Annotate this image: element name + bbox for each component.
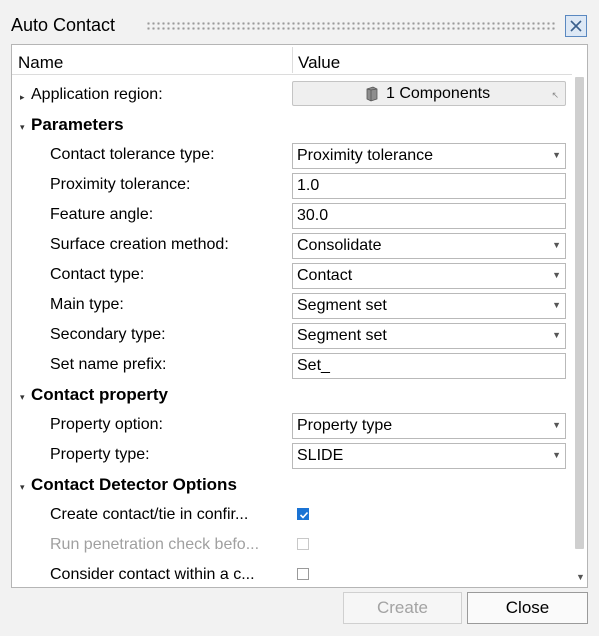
feature-angle-value: 30.0 <box>297 207 329 224</box>
row-secondary-type: Secondary type: Segment set ▼ <box>12 319 572 349</box>
row-consider-contact: Consider contact within a c... <box>12 559 572 587</box>
group-parameters[interactable]: ▾ Parameters <box>12 109 572 139</box>
row-surface-creation-method: Surface creation method: Consolidate ▼ <box>12 229 572 259</box>
window-title: Auto Contact <box>11 15 116 35</box>
set-name-prefix-value: Set_ <box>297 357 330 374</box>
contact-tolerance-type-value: Proximity tolerance <box>297 147 434 164</box>
column-divider[interactable] <box>292 47 293 73</box>
create-button[interactable]: Create <box>343 592 462 624</box>
pointer-cursor-icon: ↖ <box>551 90 559 100</box>
contact-tolerance-type-label: Contact tolerance type: <box>50 146 215 163</box>
row-property-option: Property option: Property type ▼ <box>12 409 572 439</box>
contact-tolerance-type-select[interactable]: Proximity tolerance ▼ <box>292 143 566 169</box>
surface-creation-method-label: Surface creation method: <box>50 236 229 253</box>
contact-property-group-label: Contact property <box>31 385 168 404</box>
contact-type-select[interactable]: Contact ▼ <box>292 263 566 289</box>
close-icon[interactable] <box>565 15 587 37</box>
close-button[interactable]: Close <box>467 592 588 624</box>
row-run-penetration: Run penetration check befo... <box>12 529 572 559</box>
component-cube-icon <box>366 86 378 102</box>
components-selector-button[interactable]: 1 Components ↖ <box>292 81 566 106</box>
row-feature-angle: Feature angle: 30.0 <box>12 199 572 229</box>
row-proximity-tolerance: Proximity tolerance: 1.0 <box>12 169 572 199</box>
column-name-header: Name <box>18 53 64 72</box>
group-contact-property[interactable]: ▾ Contact property <box>12 379 572 409</box>
property-panel: Name Value ▸ Application region: 1 Compo… <box>11 44 588 588</box>
proximity-tolerance-label: Proximity tolerance: <box>50 176 191 193</box>
property-option-label: Property option: <box>50 416 163 433</box>
chevron-down-icon: ▼ <box>552 150 561 160</box>
run-penetration-checkbox[interactable] <box>297 538 309 550</box>
row-application-region: ▸ Application region: 1 Components ↖ <box>12 79 572 109</box>
vertical-scrollbar[interactable]: ▼ <box>572 45 587 587</box>
property-type-label: Property type: <box>50 446 150 463</box>
components-count: 1 Components <box>386 85 491 102</box>
column-value-header: Value <box>298 53 341 72</box>
chevron-down-icon: ▼ <box>552 300 561 310</box>
contact-type-value: Contact <box>297 267 353 284</box>
main-type-select[interactable]: Segment set ▼ <box>292 293 566 319</box>
row-set-name-prefix: Set name prefix: Set_ <box>12 349 572 379</box>
collapse-arrow-icon[interactable]: ▾ <box>20 122 25 133</box>
secondary-type-select[interactable]: Segment set ▼ <box>292 323 566 349</box>
surface-creation-method-value: Consolidate <box>297 237 382 254</box>
chevron-down-icon: ▼ <box>552 330 561 340</box>
consider-contact-label: Consider contact within a c... <box>50 566 255 583</box>
expand-arrow-icon[interactable]: ▸ <box>20 92 25 103</box>
proximity-tolerance-input[interactable]: 1.0 <box>292 173 566 199</box>
proximity-tolerance-value: 1.0 <box>297 177 320 194</box>
chevron-down-icon: ▼ <box>552 420 561 430</box>
group-contact-detector-options[interactable]: ▾ Contact Detector Options <box>12 469 572 499</box>
main-type-label: Main type: <box>50 296 124 313</box>
collapse-arrow-icon[interactable]: ▾ <box>20 482 25 493</box>
table-header: Name Value <box>12 45 572 75</box>
property-option-select[interactable]: Property type ▼ <box>292 413 566 439</box>
consider-contact-checkbox[interactable] <box>297 568 309 580</box>
main-type-value: Segment set <box>297 297 387 314</box>
run-penetration-label: Run penetration check befo... <box>50 536 260 553</box>
secondary-type-label: Secondary type: <box>50 326 166 343</box>
row-contact-type: Contact type: Contact ▼ <box>12 259 572 289</box>
chevron-down-icon: ▼ <box>552 450 561 460</box>
feature-angle-input[interactable]: 30.0 <box>292 203 566 229</box>
secondary-type-value: Segment set <box>297 327 387 344</box>
row-create-contact: Create contact/tie in confir... <box>12 499 572 529</box>
set-name-prefix-input[interactable]: Set_ <box>292 353 566 379</box>
property-type-value: SLIDE <box>297 447 344 464</box>
checkmark-icon <box>299 511 309 519</box>
chevron-down-icon: ▼ <box>552 270 561 280</box>
contact-type-label: Contact type: <box>50 266 145 283</box>
set-name-prefix-label: Set name prefix: <box>50 356 167 373</box>
property-option-value: Property type <box>297 417 393 434</box>
create-contact-label: Create contact/tie in confir... <box>50 506 249 523</box>
drag-grip-handle[interactable] <box>146 21 556 31</box>
create-contact-checkbox[interactable] <box>297 508 309 520</box>
row-contact-tolerance-type: Contact tolerance type: Proximity tolera… <box>12 139 572 169</box>
chevron-down-icon: ▼ <box>552 240 561 250</box>
row-property-type: Property type: SLIDE ▼ <box>12 439 572 469</box>
contact-detector-group-label: Contact Detector Options <box>31 475 237 494</box>
scrollbar-thumb[interactable] <box>575 77 584 549</box>
property-type-select[interactable]: SLIDE ▼ <box>292 443 566 469</box>
row-main-type: Main type: Segment set ▼ <box>12 289 572 319</box>
application-region-label: Application region: <box>31 86 163 103</box>
collapse-arrow-icon[interactable]: ▾ <box>20 392 25 403</box>
title-bar: Auto Contact <box>0 0 599 40</box>
surface-creation-method-select[interactable]: Consolidate ▼ <box>292 233 566 259</box>
parameters-group-label: Parameters <box>31 115 124 134</box>
scroll-down-arrow-icon[interactable]: ▼ <box>576 572 585 582</box>
feature-angle-label: Feature angle: <box>50 206 154 223</box>
